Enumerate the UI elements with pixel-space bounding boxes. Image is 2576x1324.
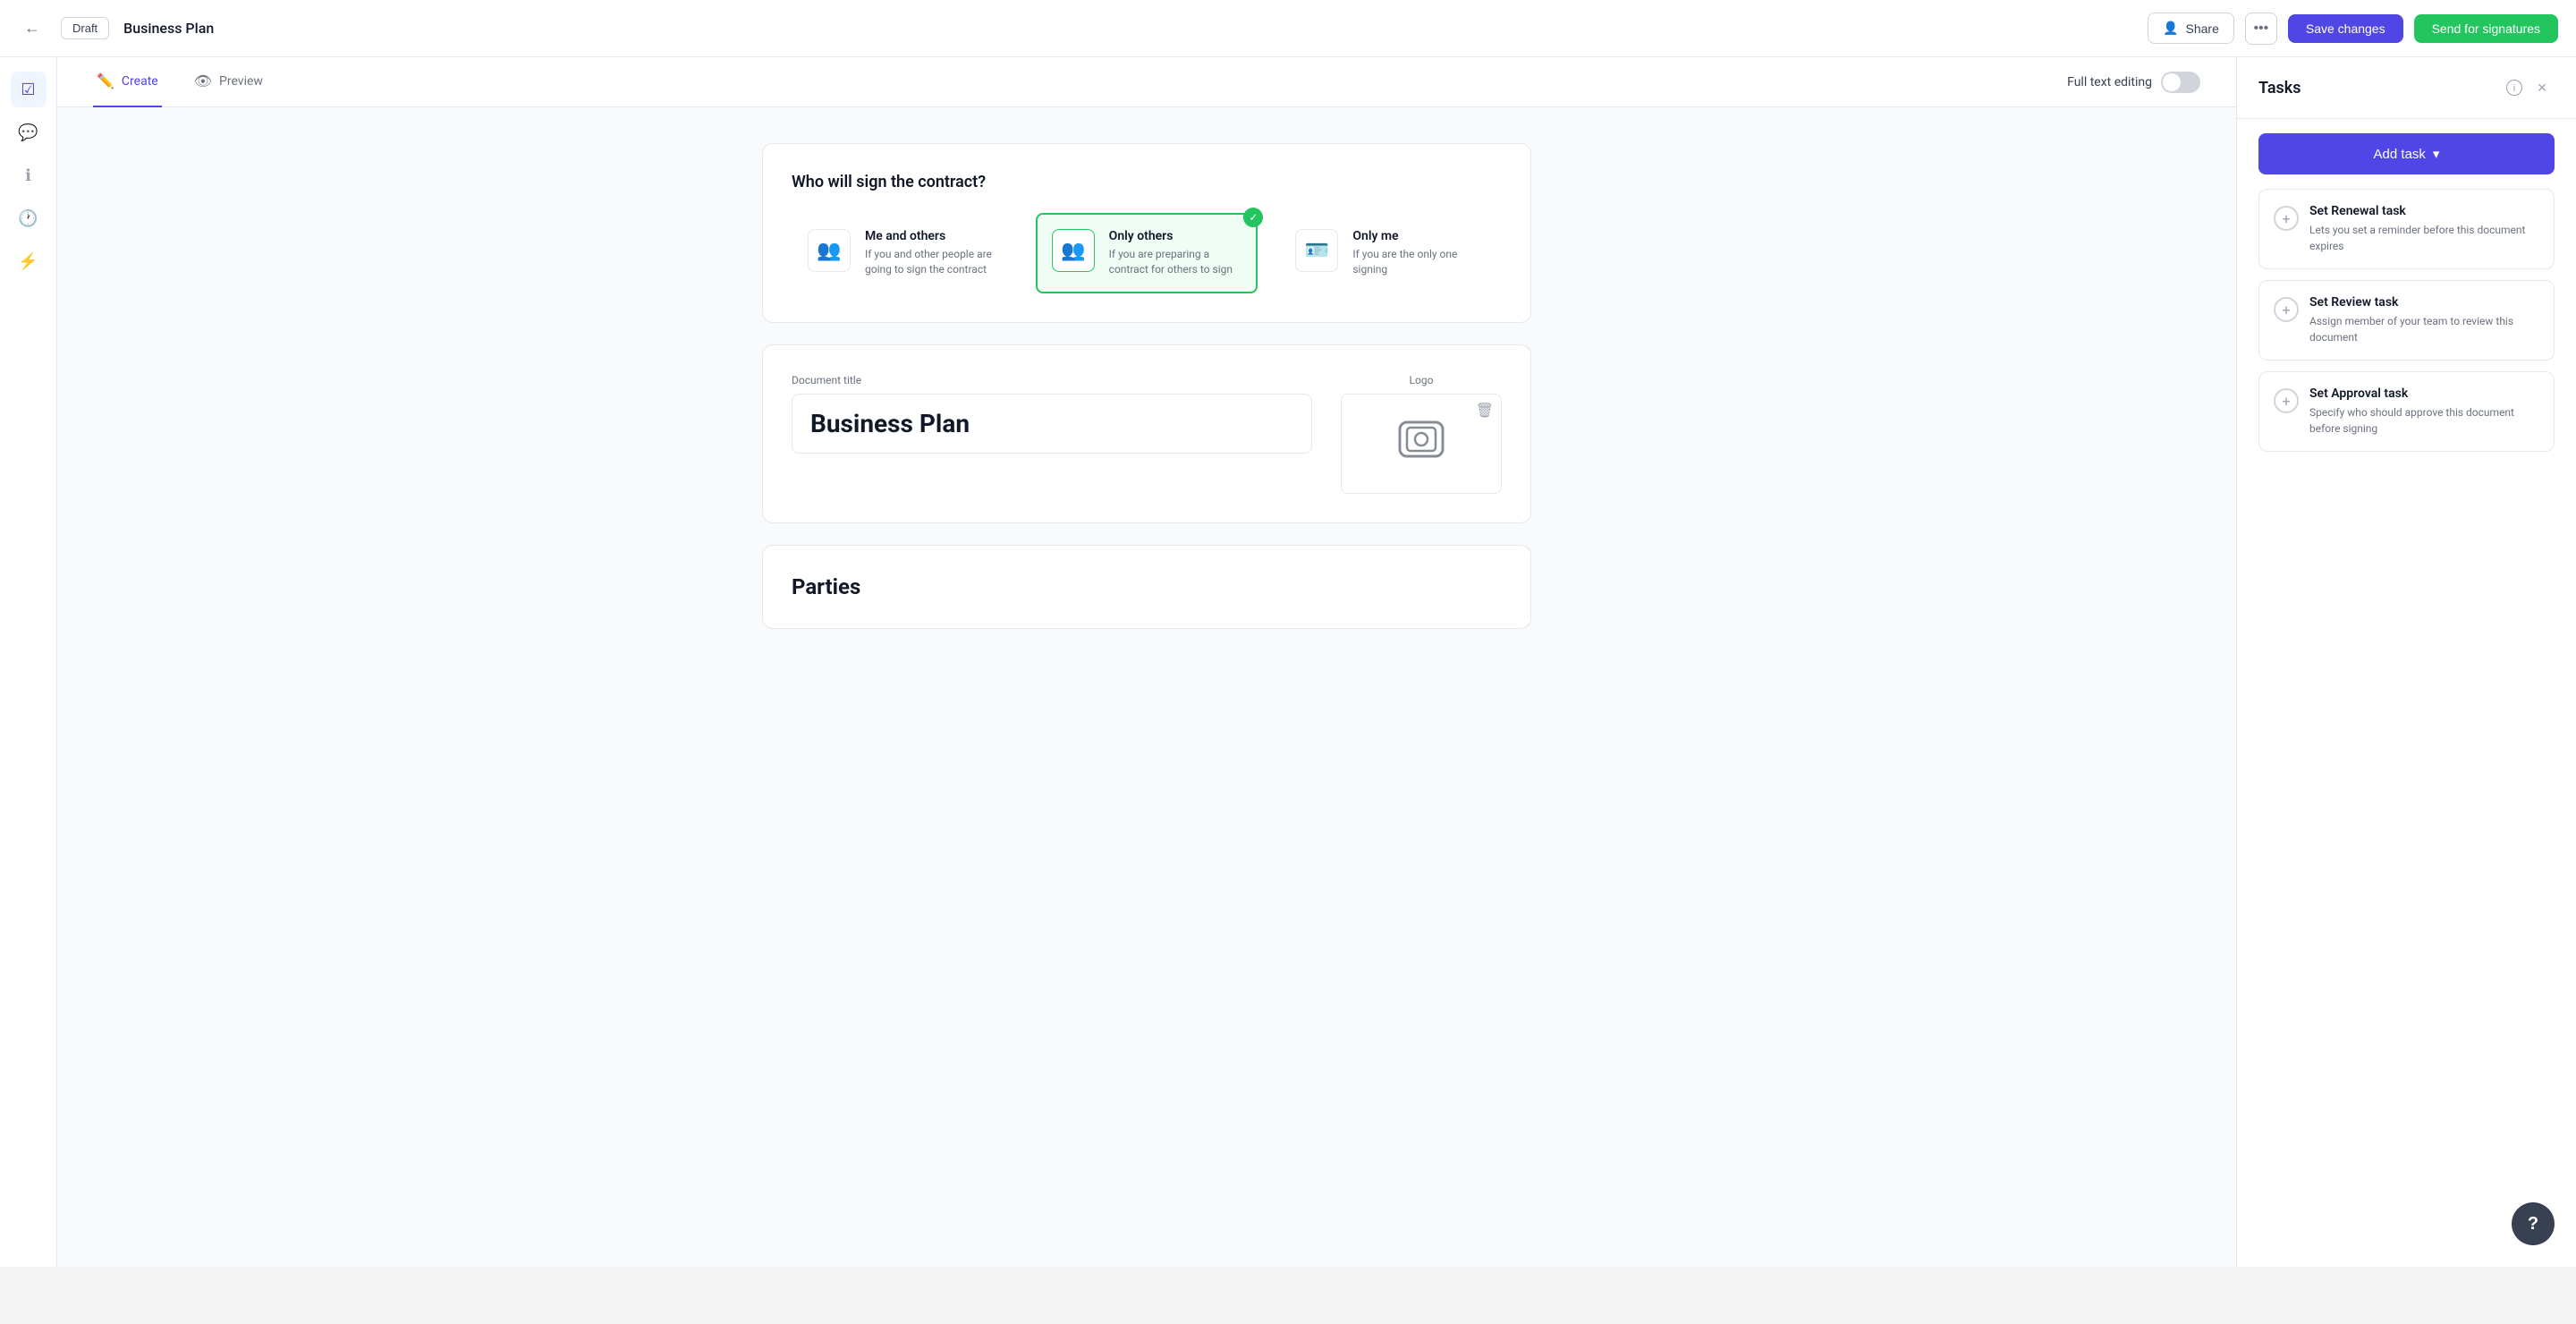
signer-option-only-me[interactable]: 🪪 Only me If you are the only one signin… [1279,213,1502,293]
task-desc-review: Assign member of your team to review thi… [2309,313,2539,345]
right-panel: Tasks i × Add task ▾ + Set Renewal task … [2236,57,2576,1267]
task-name-review: Set Review task [2309,295,2539,310]
task-name-renewal: Set Renewal task [2309,204,2539,218]
logo-wrap: Logo 🗑 [1341,374,1502,495]
full-text-switch[interactable] [2161,72,2200,93]
back-button[interactable]: ← [18,14,47,43]
title-field-label: Document title [792,374,1312,386]
add-task-button[interactable]: Add task ▾ [2258,133,2555,174]
add-task-chevron-icon: ▾ [2433,146,2440,162]
signer-option-only-others[interactable]: ✓ 👥 Only others If you are preparing a c… [1036,213,1258,293]
signer-icon-only-me: 🪪 [1295,229,1338,272]
app-body: ☑ 💬 ℹ 🕐 ⚡ ✏️ Create 👁 Preview Full text … [0,57,2576,1267]
sidebar-icon-comments[interactable]: 💬 [11,115,47,150]
pencil-icon: ✏️ [97,72,114,89]
panel-header: Tasks i × [2237,57,2576,119]
parties-title: Parties [792,574,1502,599]
task-items-list: + Set Renewal task Lets you set a remind… [2237,189,2576,452]
more-button[interactable]: ••• [2245,13,2277,45]
sidebar-icon-integrations[interactable]: ⚡ [11,243,47,279]
logo-delete-icon[interactable]: 🗑 [1476,402,1494,419]
signer-options: 👥 Me and others If you and other people … [792,213,1502,293]
signer-desc-only-others: If you are preparing a contract for othe… [1109,247,1242,277]
draft-badge[interactable]: Draft [61,17,109,39]
task-add-icon-review[interactable]: + [2274,297,2299,322]
main-content: ✏️ Create 👁 Preview Full text editing Wh… [57,57,2236,1267]
tab-create[interactable]: ✏️ Create [93,57,162,107]
selected-checkmark: ✓ [1243,208,1263,227]
task-desc-approval: Specify who should approve this document… [2309,404,2539,437]
panel-info-icon[interactable]: i [2506,80,2522,96]
task-item-renewal: + Set Renewal task Lets you set a remind… [2258,189,2555,269]
panel-close-button[interactable]: × [2529,75,2555,100]
help-button[interactable]: ? [2512,1202,2555,1245]
document-title: Business Plan [123,20,2133,37]
logo-label: Logo [1341,374,1502,386]
signer-title-only-me: Only me [1352,229,1486,243]
signer-title-only-others: Only others [1109,229,1242,243]
task-desc-renewal: Lets you set a reminder before this docu… [2309,222,2539,254]
signer-icon-only-others: 👥 [1052,229,1095,272]
signers-title: Who will sign the contract? [792,173,1502,191]
logo-box: 🗑 [1341,394,1502,495]
task-name-approval: Set Approval task [2309,386,2539,401]
header-actions: 👤 Share ••• Save changes Send for signat… [2148,13,2558,45]
share-button[interactable]: 👤 Share [2148,13,2234,44]
panel-title: Tasks [2258,79,2499,98]
send-signatures-button[interactable]: Send for signatures [2414,14,2558,43]
logo-placeholder-icon [1394,417,1448,471]
sidebar-icon-tasks[interactable]: ☑ [11,72,47,107]
sidebar-icon-info[interactable]: ℹ [11,157,47,193]
left-sidebar: ☑ 💬 ℹ 🕐 ⚡ [0,57,57,1267]
signer-icon-me-and-others: 👥 [808,229,851,272]
signer-title-me-and-others: Me and others [865,229,998,243]
task-item-review: + Set Review task Assign member of your … [2258,280,2555,361]
person-icon: 👤 [2163,21,2178,36]
app-header: ← Draft Business Plan 👤 Share ••• Save c… [0,0,2576,57]
sidebar-icon-history[interactable]: 🕐 [11,200,47,236]
document-title-input[interactable] [792,394,1312,454]
title-input-wrap: Document title [792,374,1312,454]
full-text-toggle: Full text editing [2067,72,2200,93]
tab-bar: ✏️ Create 👁 Preview Full text editing [57,57,2236,107]
parties-section: Parties [762,545,1531,629]
signers-section: Who will sign the contract? 👥 Me and oth… [762,143,1531,323]
signer-desc-only-me: If you are the only one signing [1352,247,1486,277]
task-item-approval: + Set Approval task Specify who should a… [2258,371,2555,452]
save-changes-button[interactable]: Save changes [2288,14,2403,43]
signer-desc-me-and-others: If you and other people are going to sig… [865,247,998,277]
task-add-icon-approval[interactable]: + [2274,388,2299,413]
signer-option-me-and-others[interactable]: 👥 Me and others If you and other people … [792,213,1014,293]
document-area: Who will sign the contract? 👥 Me and oth… [744,107,1549,686]
task-add-icon-renewal[interactable]: + [2274,206,2299,231]
eye-icon: 👁 [194,72,212,89]
tab-preview[interactable]: 👁 Preview [191,57,267,107]
title-logo-section: Document title Logo 🗑 [762,344,1531,524]
